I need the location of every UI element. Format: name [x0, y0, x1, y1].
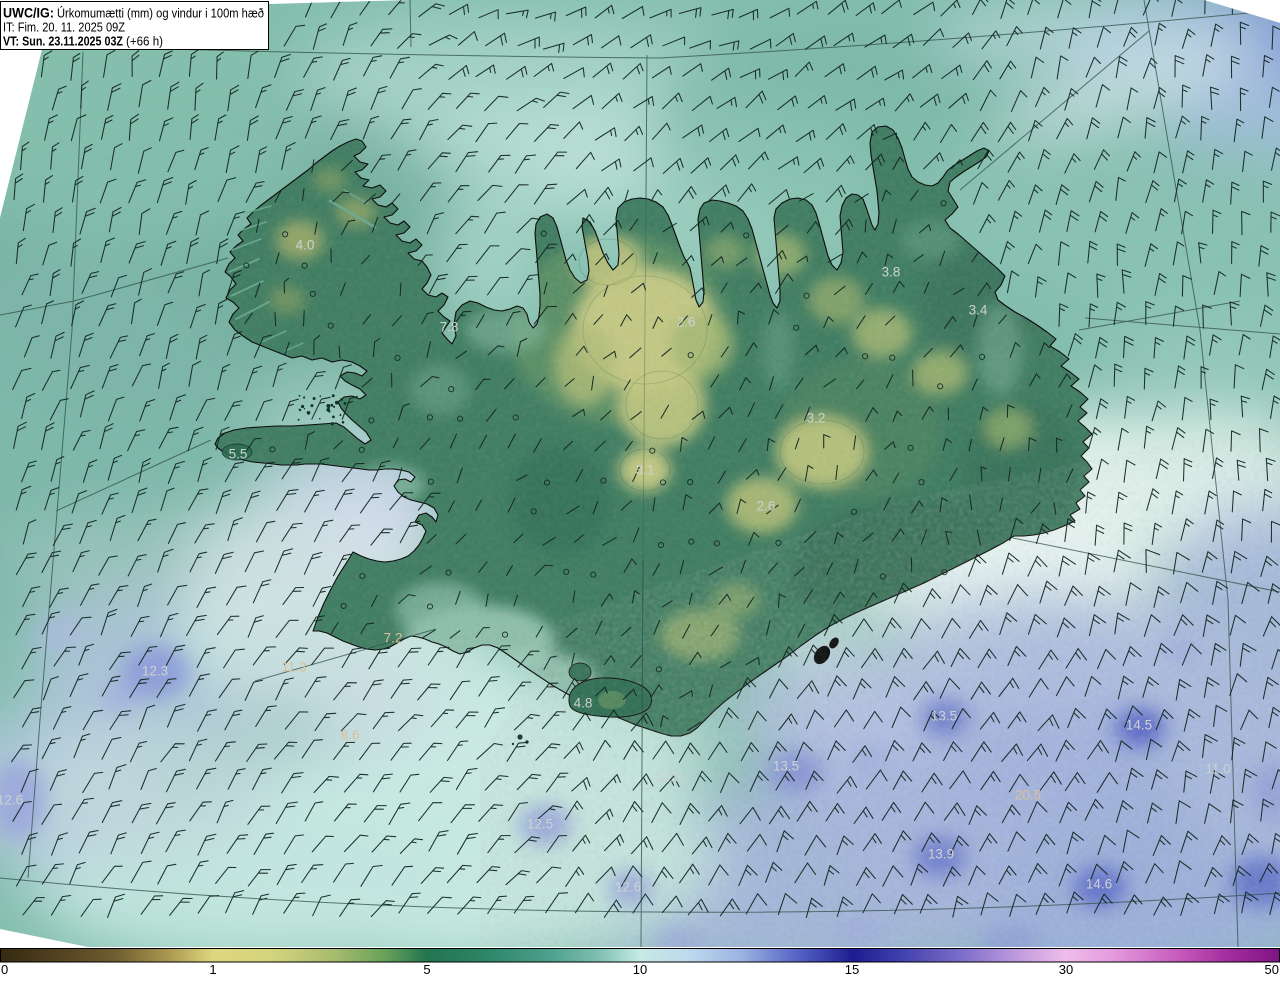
svg-text:13.5: 13.5	[773, 759, 799, 774]
svg-text:30: 30	[1059, 962, 1073, 977]
svg-text:12.3: 12.3	[142, 664, 168, 679]
svg-text:3.8: 3.8	[882, 265, 901, 280]
svg-text:11.3: 11.3	[281, 660, 306, 675]
svg-text:2.6: 2.6	[757, 499, 776, 514]
svg-text:3.2: 3.2	[807, 411, 826, 426]
svg-text:12.6: 12.6	[0, 793, 23, 808]
svg-text:7.2: 7.2	[384, 631, 403, 646]
svg-text:13.9: 13.9	[928, 847, 954, 862]
svg-text:20.5: 20.5	[1015, 788, 1041, 803]
svg-text:Úrkomumætti (mm) og vindur i 1: Úrkomumætti (mm) og vindur i 100m hæð	[57, 6, 264, 21]
svg-text:12.6: 12.6	[615, 880, 641, 895]
svg-text:10: 10	[633, 962, 647, 977]
svg-text:4.8: 4.8	[574, 696, 593, 711]
svg-text:VT: Sun. 23.11.2025 03Z: VT: Sun. 23.11.2025 03Z	[3, 34, 123, 48]
svg-text:14.6: 14.6	[1086, 877, 1112, 892]
svg-text:5.5: 5.5	[229, 447, 248, 462]
svg-text:12.6: 12.6	[655, 770, 681, 785]
svg-text:IT: Fim. 20. 11. 2025 09Z: IT: Fim. 20. 11. 2025 09Z	[3, 21, 125, 35]
svg-text:4.0: 4.0	[296, 238, 315, 253]
svg-text:12.5: 12.5	[527, 817, 553, 832]
svg-text:0: 0	[1, 962, 8, 977]
svg-text:50: 50	[1265, 962, 1279, 977]
svg-text:14.5: 14.5	[1126, 718, 1152, 733]
svg-text:1: 1	[209, 962, 216, 977]
svg-text:8.6: 8.6	[341, 728, 360, 743]
svg-text:(+66 h): (+66 h)	[126, 34, 163, 48]
svg-text:15: 15	[845, 962, 859, 977]
svg-text:11.0: 11.0	[1205, 762, 1230, 777]
svg-text:3.4: 3.4	[969, 303, 988, 318]
svg-text:UWC/IG:: UWC/IG:	[3, 6, 54, 21]
svg-text:2.6: 2.6	[677, 315, 696, 330]
svg-text:3.1: 3.1	[636, 463, 655, 478]
svg-text:5: 5	[423, 962, 430, 977]
svg-text:13.5: 13.5	[931, 709, 957, 724]
svg-text:7.8: 7.8	[440, 320, 459, 335]
